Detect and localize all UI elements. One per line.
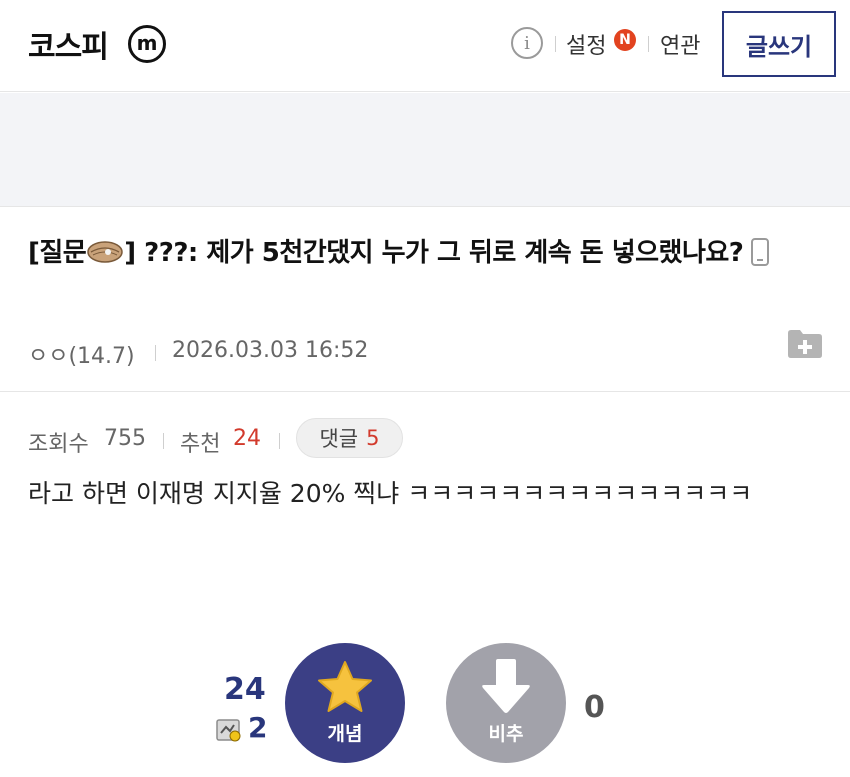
ad-banner [0, 93, 850, 207]
write-button[interactable]: 글쓰기 [722, 11, 836, 77]
post-date: 2026.03.03 16:52 [172, 338, 369, 363]
fixed-user-count: 2 [248, 711, 268, 744]
divider [163, 433, 164, 449]
downvote-label: 비추 [488, 723, 524, 745]
author-name[interactable]: ㅇㅇ(14.7) [28, 338, 135, 370]
fixed-user-icon [216, 719, 241, 742]
star-icon [318, 661, 372, 712]
post-body: 라고 하면 이재명 지지율 20% 찍냐 ㅋㅋㅋㅋㅋㅋㅋㅋㅋㅋㅋㅋㅋㅋㅋ [28, 479, 753, 508]
minor-gallery-icon: m [128, 25, 166, 63]
divider [155, 345, 156, 361]
upvote-button[interactable]: 개념 [285, 643, 405, 763]
mobile-icon [751, 238, 770, 266]
info-icon[interactable]: i [511, 27, 543, 59]
comments-label: 댓글 [319, 427, 359, 451]
post-title-text: ???: 제가 5천간댔지 누가 그 뒤로 계속 돈 넣으랬나요? [135, 238, 744, 268]
views-label: 조회수 [28, 432, 89, 457]
post-title: [질문 ] ???: 제가 5천간댔지 누가 그 뒤로 계속 돈 넣으랬나요? [28, 229, 818, 277]
upvote-label: 개념 [327, 723, 363, 745]
oyster-icon [87, 241, 123, 263]
post-title-prefix: [질문 [28, 238, 87, 268]
related-link[interactable]: 연관 [660, 28, 700, 60]
recommend-count: 24 [233, 426, 261, 451]
downvote-count: 0 [584, 690, 605, 725]
gallery-header: 코스피 m i 설정 N 연관 글쓰기 [0, 0, 850, 92]
arrow-down-icon [482, 659, 530, 713]
new-badge: N [614, 29, 636, 51]
upvote-count: 24 [224, 672, 266, 707]
divider [555, 36, 556, 52]
comments-count: 5 [366, 426, 380, 450]
post-title-bracket: ] [124, 238, 136, 268]
comments-button[interactable]: 댓글 5 [296, 418, 403, 458]
divider [648, 36, 649, 52]
recommend-label: 추천 [180, 432, 221, 457]
section-divider [0, 391, 850, 392]
folder-add-icon[interactable] [786, 327, 824, 359]
divider [279, 433, 280, 449]
gallery-title[interactable]: 코스피 [28, 22, 109, 66]
settings-link[interactable]: 설정 [566, 28, 606, 60]
downvote-button[interactable]: 비추 [446, 643, 566, 763]
views-count: 755 [104, 426, 146, 451]
